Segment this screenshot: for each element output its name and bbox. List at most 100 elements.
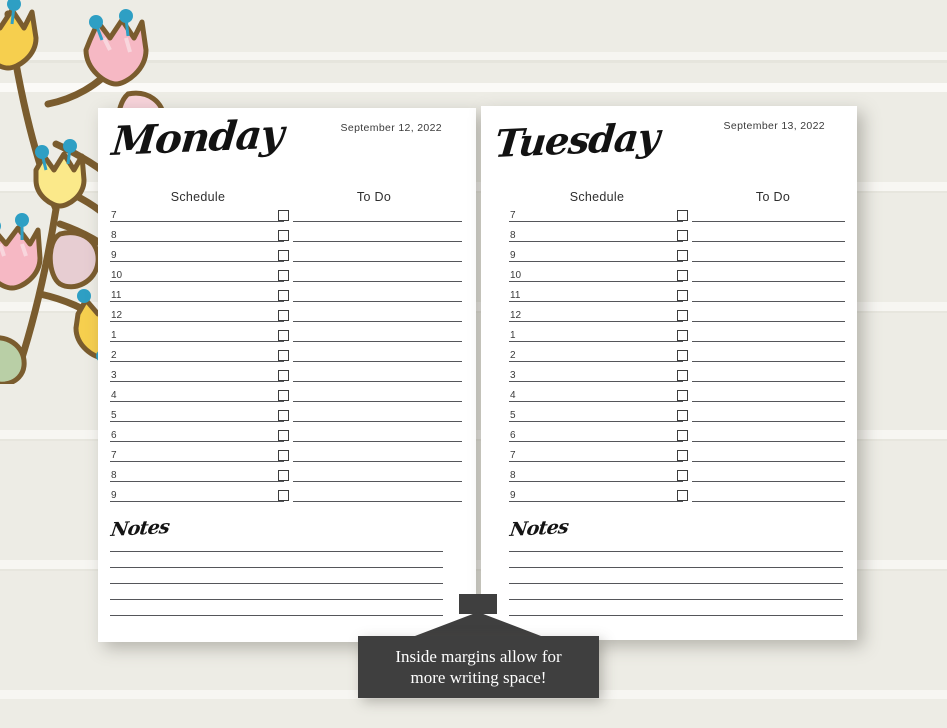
checkbox-icon[interactable]: [677, 450, 688, 461]
schedule-row[interactable]: 10: [509, 262, 683, 282]
schedule-row[interactable]: 1: [110, 322, 284, 342]
notes-line[interactable]: [509, 536, 843, 552]
schedule-row[interactable]: 12: [509, 302, 683, 322]
todo-row[interactable]: [677, 262, 845, 282]
schedule-row[interactable]: 11: [509, 282, 683, 302]
todo-row[interactable]: [278, 462, 462, 482]
schedule-row[interactable]: 9: [110, 482, 284, 502]
checkbox-icon[interactable]: [677, 410, 688, 421]
checkbox-icon[interactable]: [278, 290, 289, 301]
checkbox-icon[interactable]: [677, 290, 688, 301]
todo-row[interactable]: [677, 362, 845, 382]
schedule-row[interactable]: 9: [509, 242, 683, 262]
todo-row[interactable]: [677, 462, 845, 482]
schedule-row[interactable]: 4: [110, 382, 284, 402]
checkbox-icon[interactable]: [677, 390, 688, 401]
schedule-row[interactable]: 12: [110, 302, 284, 322]
checkbox-icon[interactable]: [677, 370, 688, 381]
schedule-row[interactable]: 8: [110, 222, 284, 242]
notes-line[interactable]: [509, 568, 843, 584]
todo-row[interactable]: [677, 242, 845, 262]
checkbox-icon[interactable]: [278, 310, 289, 321]
schedule-row[interactable]: 9: [509, 482, 683, 502]
notes-line[interactable]: [110, 552, 443, 568]
todo-row[interactable]: [677, 402, 845, 422]
checkbox-icon[interactable]: [278, 430, 289, 441]
checkbox-icon[interactable]: [677, 490, 688, 501]
todo-row[interactable]: [278, 242, 462, 262]
checkbox-icon[interactable]: [278, 390, 289, 401]
todo-row[interactable]: [278, 362, 462, 382]
schedule-row[interactable]: 1: [509, 322, 683, 342]
notes-line[interactable]: [509, 584, 843, 600]
notes-line[interactable]: [110, 536, 443, 552]
checkbox-icon[interactable]: [278, 370, 289, 381]
checkbox-icon[interactable]: [677, 330, 688, 341]
schedule-row[interactable]: 9: [110, 242, 284, 262]
schedule-row[interactable]: 2: [110, 342, 284, 362]
checkbox-icon[interactable]: [278, 210, 289, 221]
todo-row[interactable]: [677, 302, 845, 322]
todo-row[interactable]: [278, 222, 462, 242]
schedule-row[interactable]: 6: [509, 422, 683, 442]
todo-row[interactable]: [677, 482, 845, 502]
checkbox-icon[interactable]: [278, 250, 289, 261]
todo-row[interactable]: [278, 442, 462, 462]
todo-row[interactable]: [278, 422, 462, 442]
todo-row[interactable]: [677, 382, 845, 402]
todo-row[interactable]: [677, 202, 845, 222]
schedule-row[interactable]: 5: [509, 402, 683, 422]
schedule-row[interactable]: 3: [110, 362, 284, 382]
todo-row[interactable]: [278, 342, 462, 362]
notes-line[interactable]: [509, 600, 843, 616]
todo-row[interactable]: [278, 482, 462, 502]
checkbox-icon[interactable]: [677, 310, 688, 321]
notes-line[interactable]: [110, 600, 443, 616]
schedule-row[interactable]: 5: [110, 402, 284, 422]
todo-row[interactable]: [677, 282, 845, 302]
schedule-row[interactable]: 7: [110, 202, 284, 222]
notes-line[interactable]: [110, 584, 443, 600]
notes-line[interactable]: [509, 552, 843, 568]
checkbox-icon[interactable]: [677, 250, 688, 261]
schedule-row[interactable]: 4: [509, 382, 683, 402]
schedule-row[interactable]: 8: [110, 462, 284, 482]
checkbox-icon[interactable]: [677, 430, 688, 441]
schedule-row[interactable]: 8: [509, 222, 683, 242]
checkbox-icon[interactable]: [278, 470, 289, 481]
checkbox-icon[interactable]: [677, 210, 688, 221]
schedule-row[interactable]: 7: [509, 202, 683, 222]
checkbox-icon[interactable]: [278, 230, 289, 241]
todo-row[interactable]: [677, 322, 845, 342]
checkbox-icon[interactable]: [677, 350, 688, 361]
todo-row[interactable]: [278, 202, 462, 222]
schedule-row[interactable]: 3: [509, 362, 683, 382]
schedule-row[interactable]: 11: [110, 282, 284, 302]
todo-row[interactable]: [278, 302, 462, 322]
checkbox-icon[interactable]: [677, 230, 688, 241]
checkbox-icon[interactable]: [677, 270, 688, 281]
checkbox-icon[interactable]: [278, 270, 289, 281]
checkbox-icon[interactable]: [278, 350, 289, 361]
todo-row[interactable]: [677, 442, 845, 462]
checkbox-icon[interactable]: [278, 490, 289, 501]
schedule-row[interactable]: 7: [509, 442, 683, 462]
checkbox-icon[interactable]: [278, 330, 289, 341]
checkbox-icon[interactable]: [278, 450, 289, 461]
schedule-row[interactable]: 10: [110, 262, 284, 282]
todo-row[interactable]: [677, 422, 845, 442]
todo-row[interactable]: [278, 322, 462, 342]
schedule-row[interactable]: 6: [110, 422, 284, 442]
schedule-row[interactable]: 8: [509, 462, 683, 482]
checkbox-icon[interactable]: [677, 470, 688, 481]
checkbox-icon[interactable]: [278, 410, 289, 421]
todo-row[interactable]: [278, 382, 462, 402]
todo-row[interactable]: [677, 342, 845, 362]
todo-row[interactable]: [278, 262, 462, 282]
schedule-row[interactable]: 2: [509, 342, 683, 362]
notes-line[interactable]: [110, 568, 443, 584]
schedule-row[interactable]: 7: [110, 442, 284, 462]
todo-row[interactable]: [677, 222, 845, 242]
todo-row[interactable]: [278, 402, 462, 422]
todo-row[interactable]: [278, 282, 462, 302]
